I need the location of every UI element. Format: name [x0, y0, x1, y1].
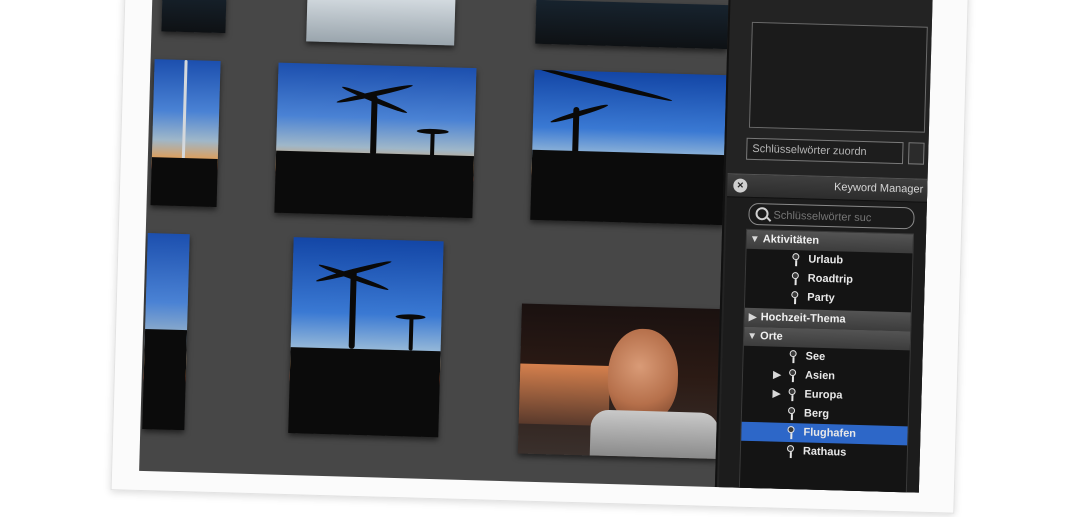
keyword-icon	[792, 272, 799, 285]
disclosure-triangle-icon[interactable]: ▼	[746, 327, 759, 346]
disclosure-triangle-icon[interactable]: ▶	[770, 385, 783, 404]
photo-thumbnail[interactable]	[150, 59, 221, 207]
assign-keywords-input[interactable]: Schlüsselwörter zuordn	[746, 137, 904, 165]
search-icon	[755, 207, 769, 221]
photo-thumbnail[interactable]	[142, 233, 190, 431]
keyword-label: Asien	[804, 369, 836, 383]
keyword-item[interactable]: Party	[745, 287, 911, 311]
keyword-label: Urlaub	[808, 253, 844, 267]
keyword-icon	[788, 407, 795, 420]
disclosure-triangle-icon[interactable]: ▼	[749, 230, 762, 249]
keyword-icon	[792, 253, 799, 266]
photo-thumbnail[interactable]	[161, 0, 227, 34]
photo-thumbnail[interactable]	[274, 62, 477, 219]
photo-thumbnail[interactable]	[530, 69, 729, 226]
keyword-label: Party	[807, 291, 835, 305]
keyword-icon	[787, 445, 794, 458]
keyword-icon	[789, 369, 796, 382]
keyword-group-label: Hochzeit-Thema	[760, 311, 846, 326]
keyword-icon	[787, 426, 794, 439]
keyword-icon	[788, 388, 795, 401]
disclosure-triangle-icon[interactable]: ▶	[771, 366, 784, 385]
photo-thumbnail[interactable]	[288, 237, 444, 438]
keyword-label: Berg	[803, 407, 830, 421]
photo-thumbnail[interactable]	[306, 0, 456, 46]
keyword-search-field[interactable]	[748, 202, 915, 230]
app-screenshot: Schlüsselwörter zuordn × Keyword Manager…	[139, 0, 933, 493]
keyword-label: Europa	[804, 388, 843, 402]
keyword-group-label: Orte	[759, 330, 783, 343]
keyword-label: See	[805, 350, 826, 364]
preview-area	[748, 21, 928, 133]
disclosure-triangle-icon[interactable]: ▶	[746, 308, 759, 327]
photo-frame: Schlüsselwörter zuordn × Keyword Manager…	[0, 0, 1069, 514]
keyword-item[interactable]: Rathaus	[741, 441, 907, 465]
photo-thumbnail[interactable]	[535, 0, 729, 50]
photo-thumbnail[interactable]	[517, 303, 722, 460]
keyword-label: Rathaus	[802, 445, 847, 459]
close-icon[interactable]: ×	[733, 178, 748, 193]
keyword-manager-titlebar: × Keyword Manager	[726, 174, 930, 203]
keyword-label: Flughafen	[803, 426, 857, 440]
inspector-panel: Schlüsselwörter zuordn × Keyword Manager…	[714, 0, 933, 493]
keyword-icon	[789, 350, 796, 363]
keyword-icon	[791, 291, 798, 304]
keyword-manager-hud: × Keyword Manager ▼ Aktivitäten Urlaub	[718, 173, 930, 493]
keyword-tree: ▼ Aktivitäten Urlaub Roadtrip Party ▶ Ho…	[738, 228, 915, 493]
keyword-manager-title: Keyword Manager	[833, 181, 924, 196]
keyword-group-label: Aktivitäten	[762, 233, 820, 247]
keyword-search-input[interactable]	[771, 206, 912, 229]
keyword-label: Roadtrip	[807, 272, 854, 286]
assign-keywords-button[interactable]	[907, 142, 925, 165]
